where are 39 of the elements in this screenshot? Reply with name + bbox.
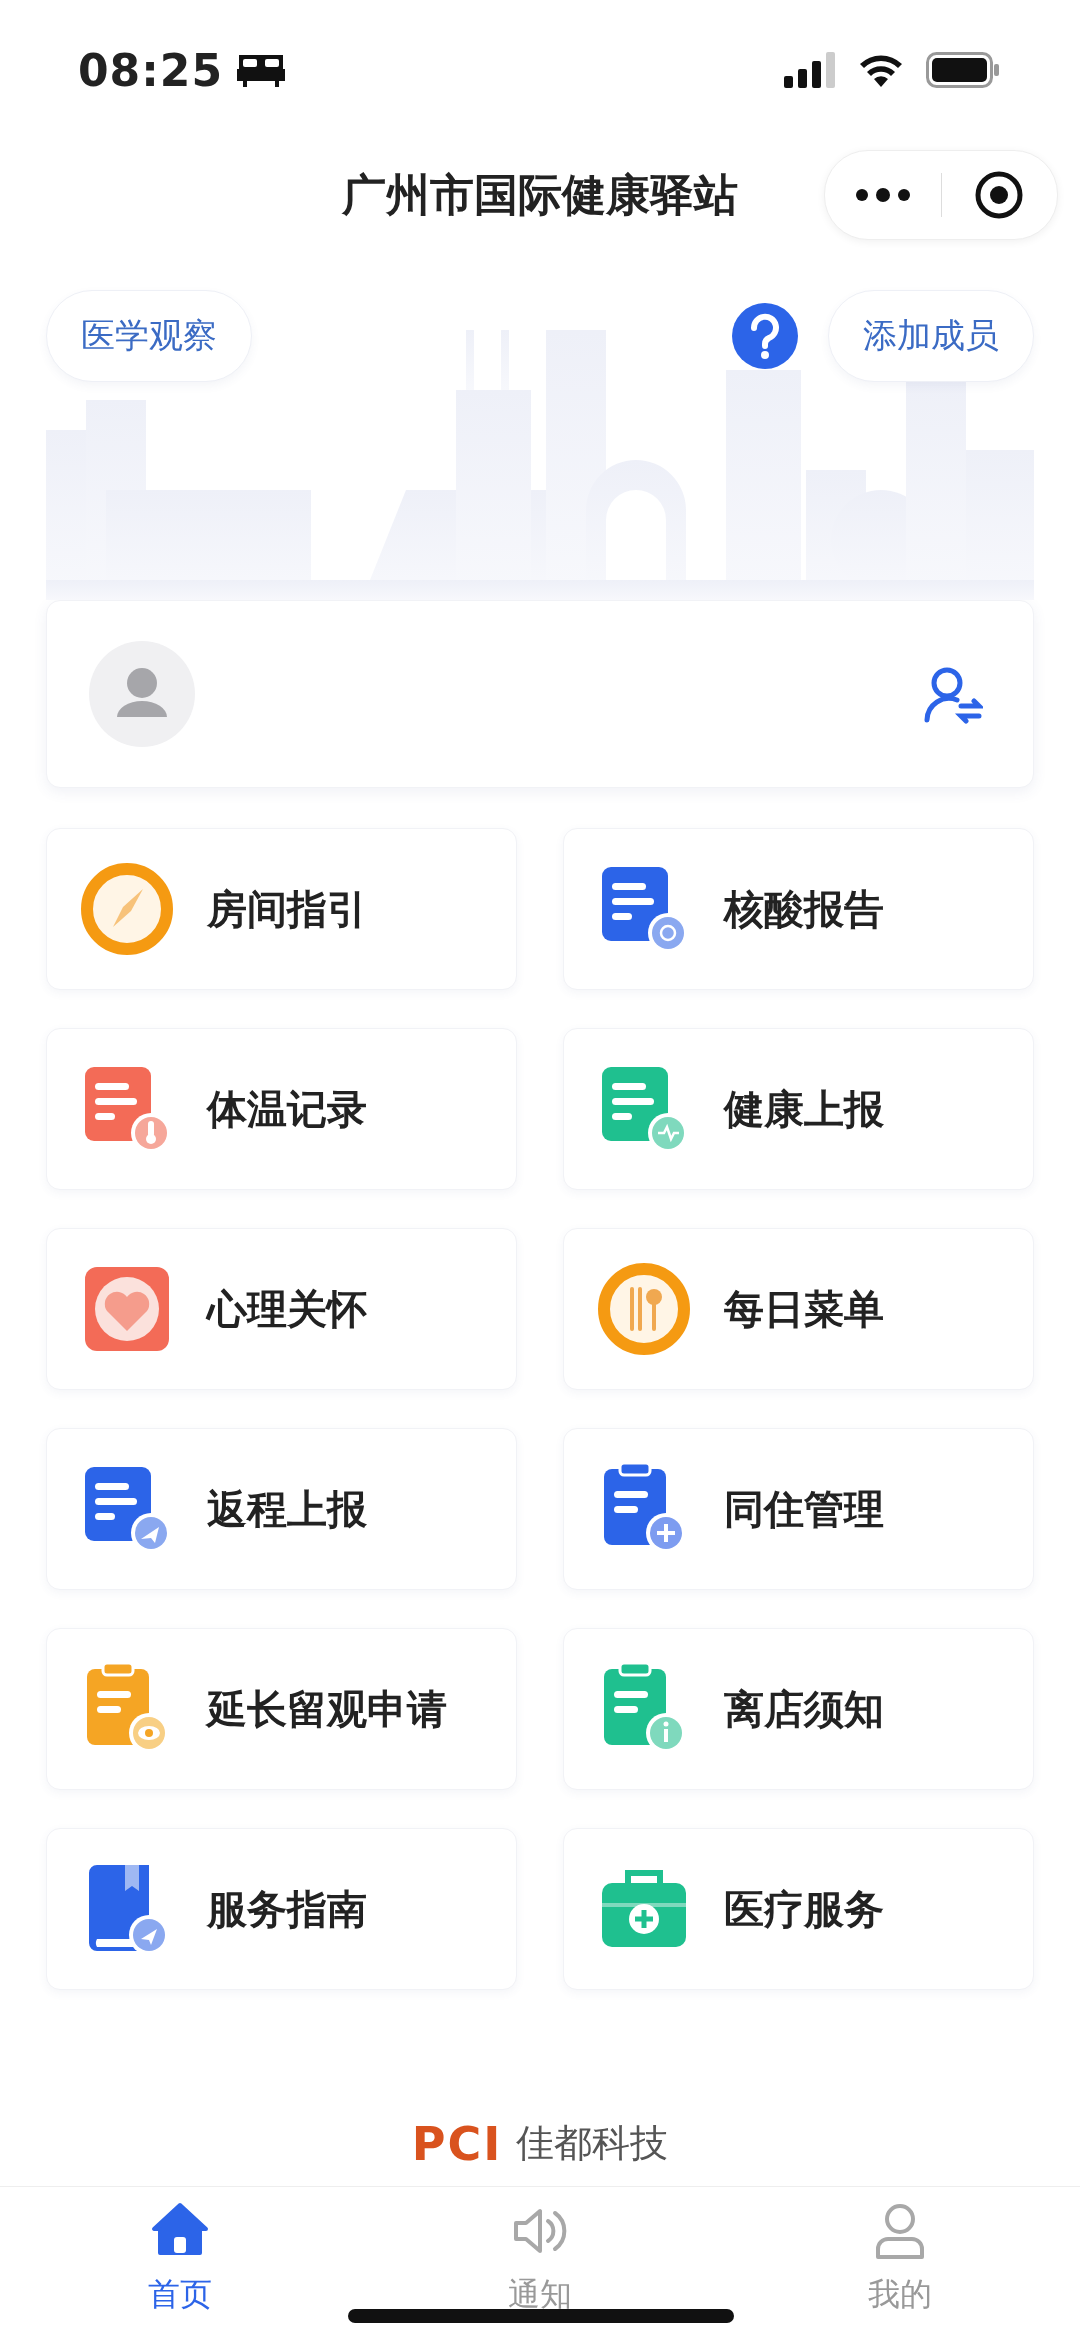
company-logo: PCI bbox=[411, 2116, 503, 2171]
service-label: 健康上报 bbox=[724, 1084, 884, 1134]
signal-icon bbox=[784, 52, 836, 88]
add-member-button[interactable]: 添加成员 bbox=[828, 290, 1034, 382]
service-label: 返程上报 bbox=[207, 1484, 367, 1534]
service-tile[interactable]: 房间指引 bbox=[46, 828, 517, 990]
service-tile[interactable]: 延长留观申请 bbox=[46, 1628, 517, 1790]
service-tile[interactable]: 返程上报 bbox=[46, 1428, 517, 1590]
service-label: 离店须知 bbox=[724, 1684, 884, 1734]
tab[interactable]: 首页 bbox=[0, 2187, 360, 2337]
service-label: 服务指南 bbox=[207, 1884, 367, 1934]
battery-icon bbox=[926, 52, 1000, 88]
service-label: 医疗服务 bbox=[724, 1884, 884, 1934]
status-time: 08:25 bbox=[78, 44, 224, 96]
avatar-icon bbox=[89, 641, 195, 747]
company-name: 佳都科技 bbox=[516, 2120, 669, 2167]
service-label: 每日菜单 bbox=[724, 1284, 884, 1334]
service-label: 心理关怀 bbox=[207, 1284, 367, 1334]
service-label: 体温记录 bbox=[207, 1084, 367, 1134]
service-tile[interactable]: 同住管理 bbox=[563, 1428, 1034, 1590]
page-title: 广州市国际健康驿站 bbox=[342, 167, 738, 222]
wifi-icon bbox=[858, 53, 904, 87]
service-tile[interactable]: 服务指南 bbox=[46, 1828, 517, 1990]
service-tile[interactable]: 离店须知 bbox=[563, 1628, 1034, 1790]
service-tile[interactable]: 健康上报 bbox=[563, 1028, 1034, 1190]
medical-observation-button[interactable]: 医学观察 bbox=[46, 290, 252, 382]
service-tile[interactable]: 医疗服务 bbox=[563, 1828, 1034, 1990]
more-icon[interactable] bbox=[854, 188, 911, 202]
service-label: 核酸报告 bbox=[724, 884, 884, 934]
bed-icon bbox=[237, 53, 286, 87]
service-label: 延长留观申请 bbox=[207, 1684, 447, 1734]
help-icon[interactable] bbox=[732, 303, 798, 369]
service-tile[interactable]: 体温记录 bbox=[46, 1028, 517, 1190]
close-target-icon[interactable] bbox=[974, 170, 1025, 220]
service-label: 同住管理 bbox=[724, 1484, 884, 1534]
service-tile[interactable]: 心理关怀 bbox=[46, 1228, 517, 1390]
service-tile[interactable]: 核酸报告 bbox=[563, 828, 1034, 990]
service-label: 房间指引 bbox=[207, 884, 367, 934]
service-tile[interactable]: 每日菜单 bbox=[563, 1228, 1034, 1390]
